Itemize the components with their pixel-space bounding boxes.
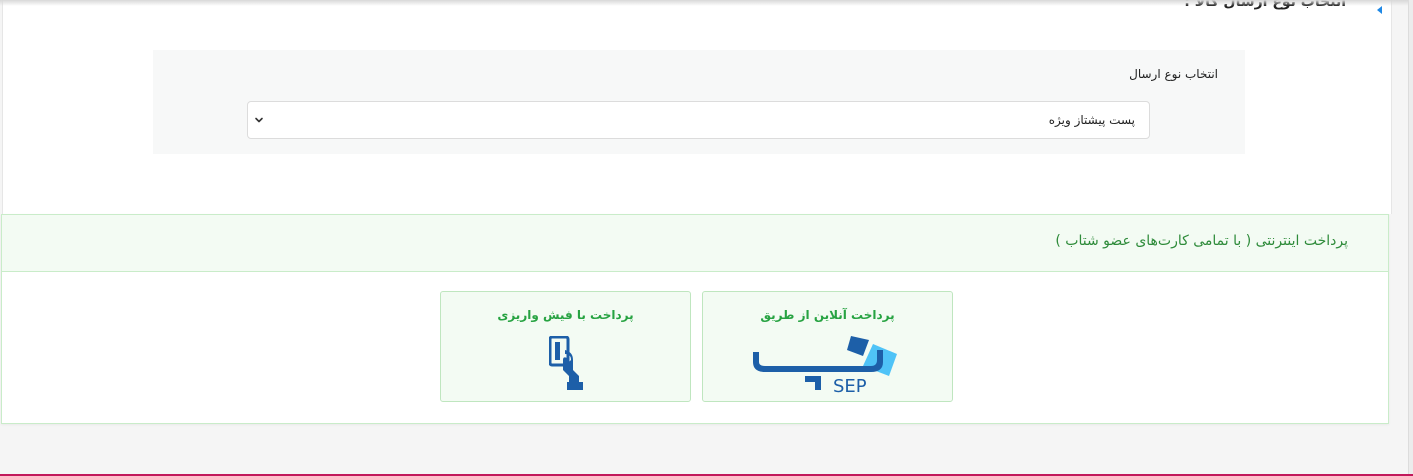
shipping-section: انتخاب نوع ارسال کالا : انتخاب نوع ارسال… (2, 0, 1392, 214)
shipping-form: انتخاب نوع ارسال پست پیشتاز ویژه (153, 50, 1245, 154)
hand-card-icon (549, 336, 583, 390)
chevron-down-icon (255, 117, 263, 123)
top-shadow (0, 0, 1413, 6)
deposit-slip-payment-title: پرداخت با فیش واریزی (497, 308, 634, 322)
payment-panel: پرداخت اینترنتی ( با تمامی کارت‌های عضو … (1, 214, 1389, 424)
payment-header-title: پرداخت اینترنتی ( با تمامی کارت‌های عضو … (1055, 233, 1348, 249)
deposit-slip-payment-button[interactable]: پرداخت با فیش واریزی (440, 291, 691, 402)
shipping-type-selected-value: پست پیشتاز ویژه (1048, 113, 1135, 127)
sep-logo-icon: SEP (753, 336, 897, 396)
shipping-type-label: انتخاب نوع ارسال (1129, 67, 1218, 81)
sep-logo-text: SEP (833, 376, 867, 396)
page: انتخاب نوع ارسال کالا : انتخاب نوع ارسال… (0, 0, 1413, 476)
shipping-type-select[interactable]: پست پیشتاز ویژه (247, 101, 1150, 139)
vertical-scrollbar[interactable] (1408, 0, 1413, 476)
online-payment-title: پرداخت آنلاین از طریق (760, 308, 895, 322)
section-marker-icon (1377, 6, 1382, 14)
online-payment-sep-button[interactable]: پرداخت آنلاین از طریق SEP (702, 291, 953, 402)
payment-header: پرداخت اینترنتی ( با تمامی کارت‌های عضو … (2, 215, 1388, 272)
